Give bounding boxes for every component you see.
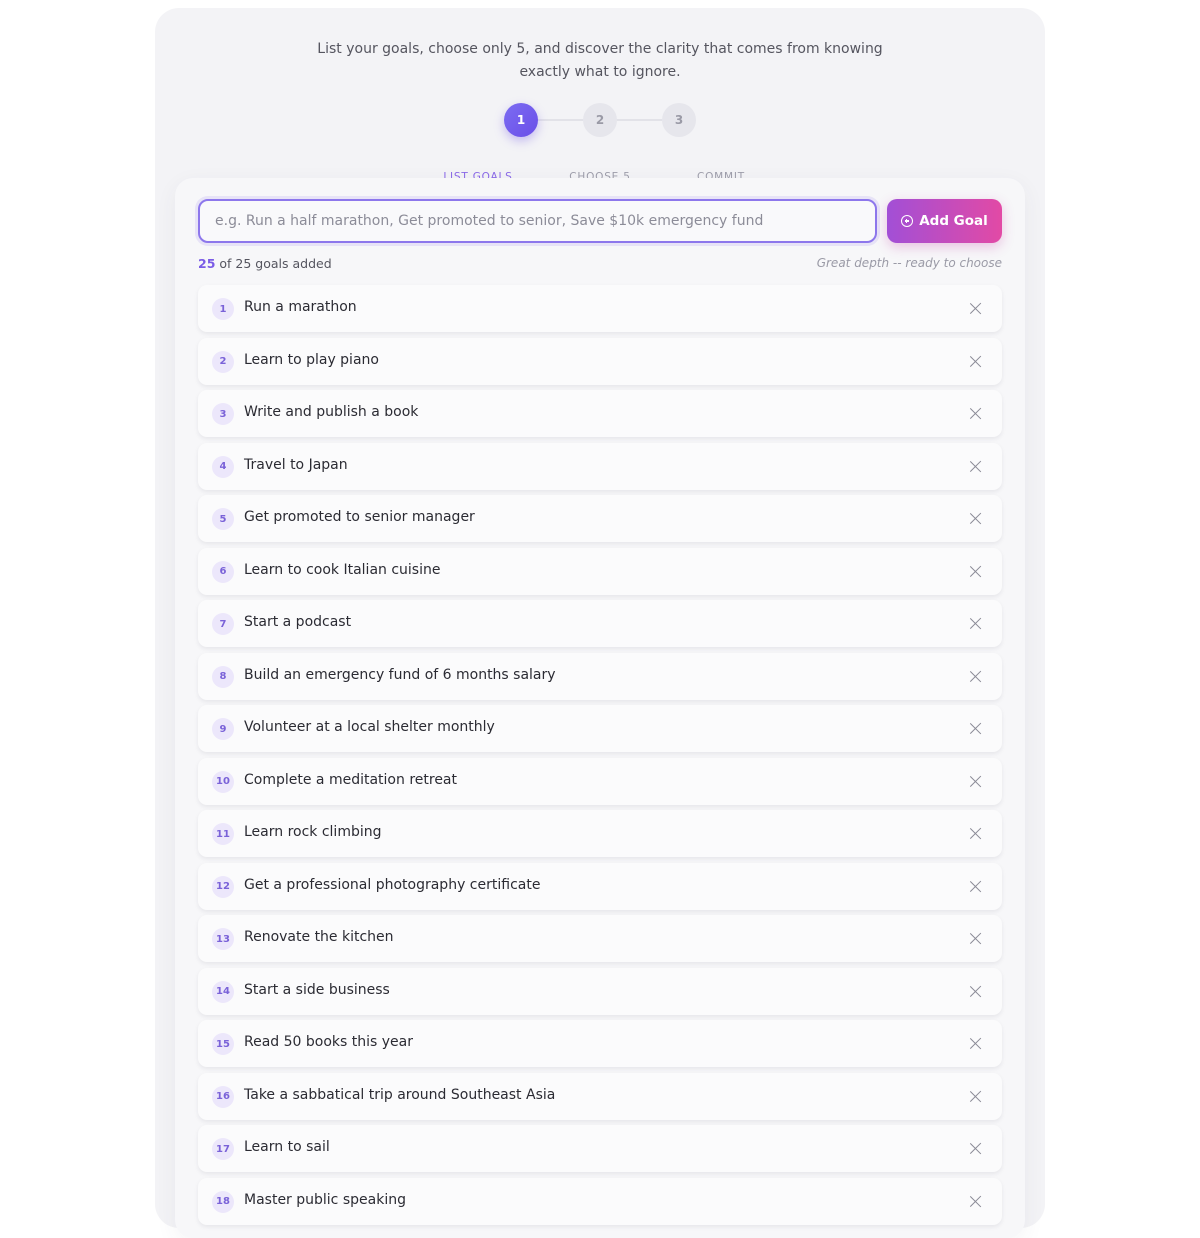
goal-item[interactable]: 4 Travel to Japan (198, 442, 1002, 490)
goal-item[interactable]: 9 Volunteer at a local shelter monthly (198, 705, 1002, 752)
goal-item[interactable]: 8 Build an emergency fund of 6 months sal… (198, 652, 1002, 700)
goals-card: Add Goal 25 of 25 goals added Great dept… (175, 178, 1025, 1238)
goal-text: Run a marathon (244, 299, 357, 315)
goal-item[interactable]: 12 Get a professional photography certifi… (198, 862, 1002, 910)
goal-number-badge: 4 (212, 455, 234, 478)
goal-number-badge: 18 (212, 1190, 234, 1213)
goal-list: 1 Run a marathon 2 Learn to play piano 3 Writ… (198, 285, 1002, 1230)
goal-item[interactable]: 3 Write and publish a book (198, 390, 1002, 437)
goal-item[interactable]: 10 Complete a meditation retreat (198, 757, 1002, 805)
close-icon[interactable] (969, 407, 982, 420)
goal-item[interactable]: 16 Take a sabbatical trip around Southeas… (198, 1072, 1002, 1120)
goal-number-badge: 6 (212, 560, 234, 583)
goal-item[interactable]: 5 Get promoted to senior manager (198, 495, 1002, 542)
close-icon[interactable] (969, 775, 982, 788)
goal-count-suffix: of 25 goals added (219, 256, 332, 271)
goal-text: Learn rock climbing (244, 824, 382, 840)
goal-number-badge: 16 (212, 1085, 234, 1108)
goal-text: Renovate the kitchen (244, 929, 394, 945)
goal-text: Build an emergency fund of 6 months sala… (244, 666, 556, 683)
goal-item[interactable]: 11 Learn rock climbing (198, 810, 1002, 857)
goal-number-badge: 10 (212, 770, 234, 793)
goal-text: Learn to sail (244, 1139, 330, 1155)
goal-number-badge: 3 (212, 403, 234, 425)
goal-text: Read 50 books this year (244, 1034, 413, 1050)
close-icon[interactable] (969, 827, 982, 840)
goal-count: 25 of 25 goals added Great depth -- read… (198, 256, 1002, 271)
close-icon[interactable] (969, 985, 982, 998)
goal-item[interactable]: 6 Learn to cook Italian cuisine (198, 547, 1002, 595)
close-icon[interactable] (969, 722, 982, 735)
goal-item[interactable]: 1 Run a marathon (198, 285, 1002, 332)
close-icon[interactable] (969, 512, 982, 525)
goal-text: Learn to cook Italian cuisine (244, 561, 441, 578)
close-icon[interactable] (969, 460, 982, 473)
goal-count-number: 25 (198, 256, 216, 271)
add-goal-button[interactable]: Add Goal (887, 199, 1002, 243)
app-panel: List your goals, choose only 5, and disc… (155, 8, 1045, 1238)
close-icon[interactable] (969, 1090, 982, 1103)
close-icon[interactable] (969, 355, 982, 368)
goal-item[interactable]: 2 Learn to play piano (198, 337, 1002, 385)
add-goal-label: Add Goal (919, 213, 988, 229)
goal-item[interactable]: 14 Start a side business (198, 967, 1002, 1015)
close-icon[interactable] (969, 932, 982, 945)
intro-line-2: exactly what to ignore. (519, 64, 681, 80)
goal-number-badge: 14 (212, 980, 234, 1003)
goal-number-badge: 8 (212, 665, 234, 688)
goal-text: Volunteer at a local shelter monthly (244, 719, 495, 735)
goal-number-badge: 5 (212, 508, 234, 530)
step-1-circle[interactable]: 1 (504, 103, 538, 137)
goal-item[interactable]: 13 Renovate the kitchen (198, 915, 1002, 962)
intro-text: List your goals, choose only 5, and disc… (155, 38, 1045, 84)
goal-number-badge: 12 (212, 875, 234, 898)
goal-text: Get promoted to senior manager (244, 509, 475, 525)
goal-text: Start a side business (244, 981, 390, 998)
step-connector-1 (537, 119, 583, 121)
step-2-circle[interactable]: 2 (583, 103, 617, 137)
step-3-circle[interactable]: 3 (662, 103, 696, 137)
goal-item[interactable]: 17 Learn to sail (198, 1125, 1002, 1172)
goal-text: Start a podcast (244, 614, 352, 630)
goal-text: Write and publish a book (244, 404, 419, 420)
goal-text: Learn to play piano (244, 351, 379, 368)
close-icon[interactable] (969, 565, 982, 578)
close-icon[interactable] (969, 302, 982, 315)
goal-number-badge: 1 (212, 298, 234, 320)
goal-number-badge: 7 (212, 613, 234, 635)
close-icon[interactable] (969, 617, 982, 630)
goal-item[interactable]: 7 Start a podcast (198, 600, 1002, 647)
goal-number-badge: 9 (212, 718, 234, 740)
close-icon[interactable] (969, 1037, 982, 1050)
goal-text: Travel to Japan (244, 456, 348, 473)
goal-number-badge: 15 (212, 1033, 234, 1055)
goal-item[interactable]: 18 Master public speaking (198, 1177, 1002, 1225)
goal-number-badge: 2 (212, 350, 234, 373)
close-icon[interactable] (969, 1142, 982, 1155)
goal-number-badge: 13 (212, 928, 234, 950)
goal-number-badge: 17 (212, 1138, 234, 1160)
goal-text: Take a sabbatical trip around Southeast … (244, 1086, 556, 1103)
close-icon[interactable] (969, 880, 982, 893)
plus-circle-icon (901, 215, 914, 227)
goal-input[interactable] (198, 199, 877, 243)
goal-text: Get a professional photography certifica… (244, 876, 541, 893)
close-icon[interactable] (969, 670, 982, 683)
intro-line-1: List your goals, choose only 5, and disc… (317, 41, 883, 57)
goal-text: Complete a meditation retreat (244, 771, 457, 788)
step-connector-2 (616, 119, 662, 121)
close-icon[interactable] (969, 1195, 982, 1208)
depth-note: Great depth -- ready to choose (816, 256, 1002, 270)
goal-number-badge: 11 (212, 823, 234, 845)
goal-item[interactable]: 15 Read 50 books this year (198, 1020, 1002, 1067)
